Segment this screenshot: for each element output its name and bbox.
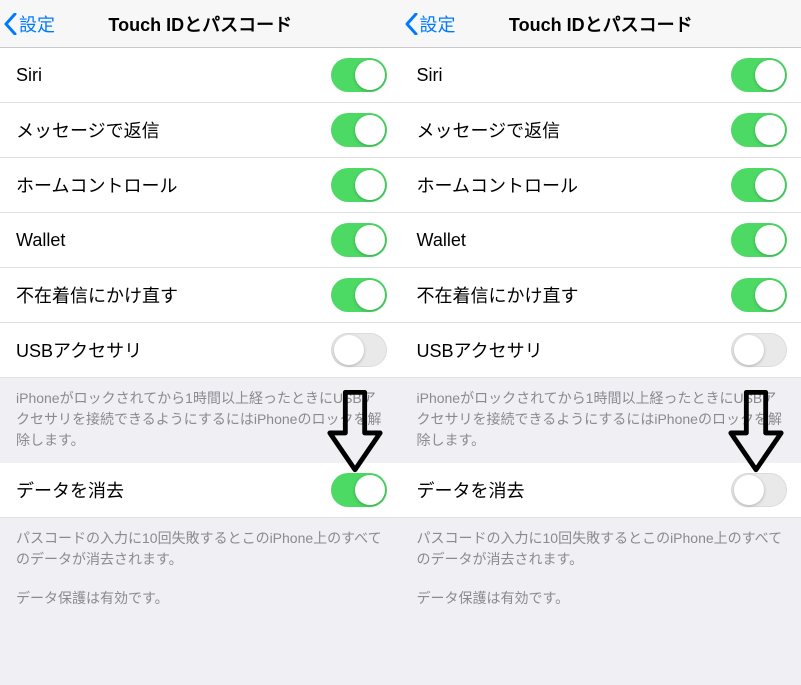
back-label: 設定 [420,11,456,37]
erase-note: パスコードの入力に10回失敗するとこのiPhone上のすべてのデータが消去されま… [401,518,801,621]
row-wallet: Wallet [401,213,801,268]
row-label: Siri [417,65,443,86]
row-label: 不在着信にかけ直す [417,282,579,308]
toggle-siri[interactable] [331,58,387,92]
nav-header: 設定 Touch IDとパスコード [401,0,801,48]
usb-note: iPhoneがロックされてから1時間以上経ったときにUSBアクセサリを接続できる… [401,378,801,463]
row-label: ホームコントロール [417,172,578,198]
row-label: ホームコントロール [16,172,177,198]
toggle-reply-message[interactable] [731,113,787,147]
toggle-wallet[interactable] [331,223,387,257]
back-button[interactable]: 設定 [0,11,55,37]
toggle-usb-accessories[interactable] [731,333,787,367]
row-home-control: ホームコントロール [401,158,801,213]
erase-note-text: パスコードの入力に10回失敗するとこのiPhone上のすべてのデータが消去されま… [16,528,385,570]
row-label: Siri [16,65,42,86]
toggle-erase-data[interactable] [731,473,787,507]
row-label: USBアクセサリ [16,337,142,363]
back-button[interactable]: 設定 [401,11,456,37]
page-title: Touch IDとパスコード [401,11,801,37]
row-usb-accessories: USBアクセサリ [0,323,401,378]
row-label: メッセージで返信 [16,117,160,143]
toggle-callback-missed[interactable] [731,278,787,312]
row-callback-missed: 不在着信にかけ直す [0,268,401,323]
row-label: 不在着信にかけ直す [16,282,178,308]
row-wallet: Wallet [0,213,401,268]
data-protection-text: データ保護は有効です。 [417,588,786,609]
data-protection-text: データ保護は有効です。 [16,588,385,609]
chevron-left-icon [405,13,418,35]
left-panel: 設定 Touch IDとパスコード Siri メッセージで返信 ホームコントロー… [0,0,401,685]
chevron-left-icon [4,13,17,35]
toggle-callback-missed[interactable] [331,278,387,312]
right-panel: 設定 Touch IDとパスコード Siri メッセージで返信 ホームコントロー… [401,0,801,685]
row-label: Wallet [417,230,466,251]
erase-note-text: パスコードの入力に10回失敗するとこのiPhone上のすべてのデータが消去されま… [417,528,786,570]
toggle-siri[interactable] [731,58,787,92]
row-label: メッセージで返信 [417,117,561,143]
erase-note: パスコードの入力に10回失敗するとこのiPhone上のすべてのデータが消去されま… [0,518,401,621]
row-reply-message: メッセージで返信 [401,103,801,158]
row-erase-data: データを消去 [0,463,401,518]
row-siri: Siri [0,48,401,103]
toggle-home-control[interactable] [331,168,387,202]
row-usb-accessories: USBアクセサリ [401,323,801,378]
row-reply-message: メッセージで返信 [0,103,401,158]
row-home-control: ホームコントロール [0,158,401,213]
row-erase-data: データを消去 [401,463,801,518]
row-label: USBアクセサリ [417,337,543,363]
usb-note: iPhoneがロックされてから1時間以上経ったときにUSBアクセサリを接続できる… [0,378,401,463]
row-label: Wallet [16,230,65,251]
row-siri: Siri [401,48,801,103]
toggle-reply-message[interactable] [331,113,387,147]
toggle-usb-accessories[interactable] [331,333,387,367]
row-callback-missed: 不在着信にかけ直す [401,268,801,323]
row-label: データを消去 [16,477,124,503]
toggle-home-control[interactable] [731,168,787,202]
toggle-erase-data[interactable] [331,473,387,507]
page-title: Touch IDとパスコード [0,11,401,37]
nav-header: 設定 Touch IDとパスコード [0,0,401,48]
row-label: データを消去 [417,477,525,503]
back-label: 設定 [19,11,55,37]
toggle-wallet[interactable] [731,223,787,257]
